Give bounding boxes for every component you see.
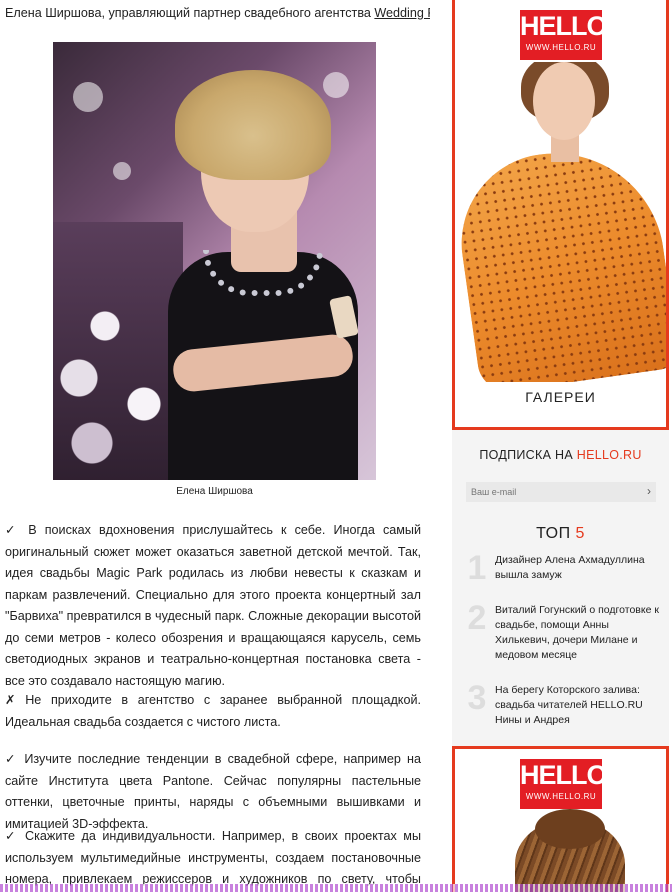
- photo-hair: [175, 70, 331, 180]
- hello-banner-bottom[interactable]: HELLO! WWW.HELLO.RU: [452, 746, 669, 892]
- photo-bokeh: [113, 162, 131, 180]
- article-paragraph: ✓ В поисках вдохновения прислушайтесь к …: [5, 523, 421, 688]
- top5-label: ТОП: [536, 525, 576, 542]
- email-field: ›: [466, 482, 656, 502]
- banner-face: [533, 62, 595, 140]
- photo-flowers: [53, 222, 183, 480]
- banner-bun-top: [535, 809, 605, 849]
- photo-bokeh: [323, 72, 349, 98]
- banner-illustration: [455, 62, 666, 382]
- chevron-right-icon[interactable]: ›: [647, 484, 651, 498]
- photo-bokeh: [73, 82, 103, 112]
- subscribe-block: ПОДПИСКА НА HELLO.RU: [452, 448, 669, 462]
- subscribe-title: ПОДПИСКА НА HELLO.RU: [452, 448, 669, 462]
- article-paragraph: ✓ Изучите последние тенденции в свадебно…: [5, 752, 421, 831]
- top5-item-title[interactable]: На берегу Которского залива: свадьба чит…: [495, 683, 665, 728]
- top5-heading: ТОП 5: [452, 525, 669, 543]
- hello-logo: HELLO! WWW.HELLO.RU: [520, 10, 616, 60]
- article-column: Елена Ширшова, управляющий партнер сваде…: [0, 0, 430, 892]
- banner-dress: [455, 139, 666, 382]
- hello-logo-url: WWW.HELLO.RU: [525, 43, 597, 52]
- top5-item-title[interactable]: Дизайнер Алена Ахмадуллина вышла замуж: [495, 553, 665, 583]
- article-paragraph: ✗ Не приходите в агентство с заранее выб…: [5, 693, 421, 729]
- hello-logo-word: HELLO!: [520, 760, 616, 790]
- top5-rank: 3: [467, 679, 487, 717]
- email-input[interactable]: [466, 482, 636, 502]
- hello-logo: HELLO! WWW.HELLO.RU: [520, 759, 616, 809]
- page-bottom-strip: [0, 884, 672, 892]
- top5-item-title[interactable]: Виталий Гогунский о подготовке к свадьбе…: [495, 603, 665, 663]
- author-photo: [53, 42, 376, 480]
- top5-number: 5: [575, 525, 585, 542]
- banner-hairstyle: [455, 809, 666, 892]
- subscribe-title-site: HELLO.RU: [576, 448, 642, 462]
- subscribe-title-prefix: ПОДПИСКА НА: [479, 448, 577, 462]
- sidebar: HELLO! WWW.HELLO.RU ГАЛЕРЕИ ПОДПИСКА НА …: [452, 0, 669, 892]
- photo-caption: Елена Ширшова: [176, 486, 253, 497]
- top5-rank: 2: [467, 599, 487, 637]
- author-byline: Елена Ширшова, управляющий партнер сваде…: [5, 5, 430, 21]
- article-paragraph: ✓ Скажите да индивидуальности. Например,…: [5, 829, 421, 886]
- banner-label: ГАЛЕРЕИ: [525, 389, 596, 405]
- top5-rank: 1: [467, 549, 487, 587]
- byline-text: Елена Ширшова, управляющий партнер сваде…: [5, 6, 375, 20]
- gallery-banner[interactable]: HELLO! WWW.HELLO.RU ГАЛЕРЕИ: [452, 0, 669, 430]
- hello-logo-url: WWW.HELLO.RU: [525, 792, 597, 801]
- hello-logo-word: HELLO!: [520, 11, 616, 41]
- agency-link[interactable]: Wedding People: [374, 6, 430, 20]
